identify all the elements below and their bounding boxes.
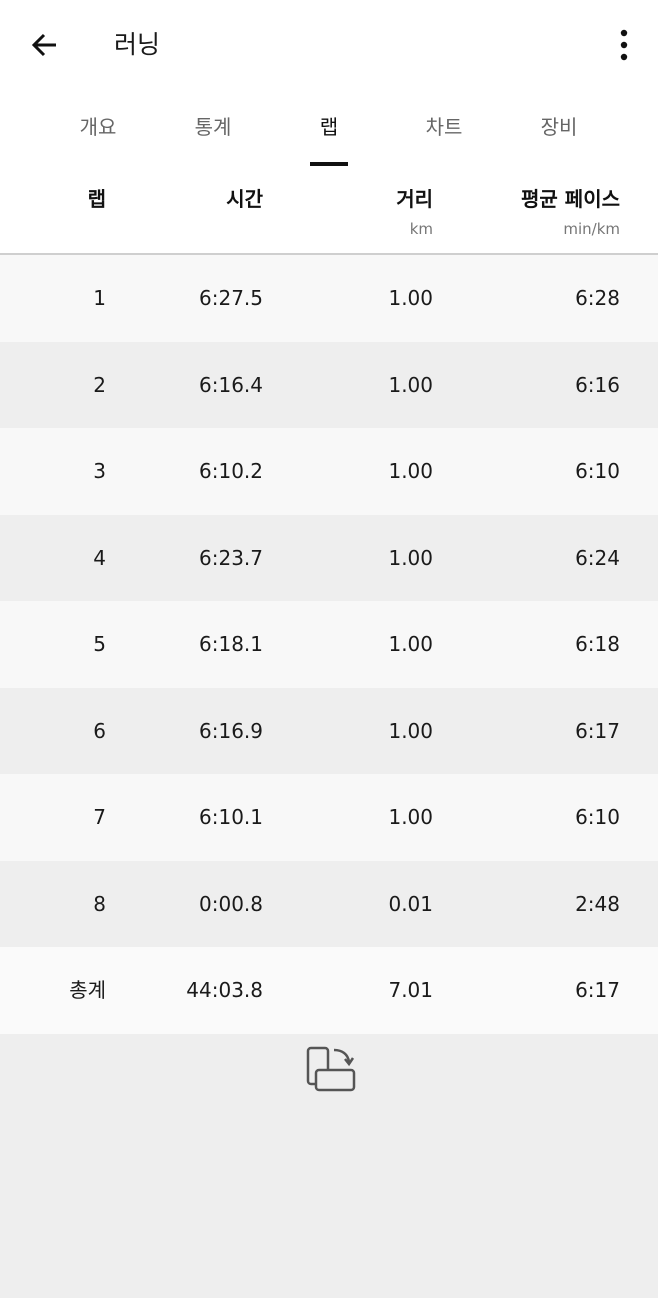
lap-time: 6:18.1 — [199, 632, 263, 656]
lap-time: 6:10.2 — [199, 459, 263, 483]
header-pace: 평균 페이스 min/km — [470, 184, 620, 240]
lap-distance: 1.00 — [388, 545, 433, 570]
lap-pace: 6:10 — [575, 805, 620, 829]
lap-number: 4 — [93, 545, 106, 570]
header-distance-unit: km — [409, 220, 433, 238]
app-bar: 러닝 — [0, 0, 658, 90]
lap-number: 1 — [93, 286, 106, 310]
laps-table-body: 1 6:27.5 1.00 6:28 2 6:16.4 1.00 6:16 3 … — [0, 255, 658, 1034]
lap-pace: 6:24 — [575, 545, 620, 570]
page-title: 러닝 — [114, 30, 161, 59]
rotate-screen-button[interactable] — [298, 1040, 362, 1100]
lap-pace: 6:16 — [575, 372, 620, 397]
laps-table-header: 랩 시간 거리 km 평균 페이스 min/km — [0, 170, 658, 255]
lap-pace: 6:10 — [575, 459, 620, 483]
table-row: 5 6:18.1 1.00 6:18 — [0, 601, 658, 688]
table-row: 3 6:10.2 1.00 6:10 — [0, 428, 658, 515]
lap-pace: 2:48 — [575, 891, 620, 916]
lap-number: 3 — [93, 459, 106, 483]
header-time-label: 시간 — [226, 187, 263, 211]
tab-gear[interactable]: 장비 — [509, 112, 609, 142]
lap-pace: 6:17 — [575, 718, 620, 743]
header-distance-label: 거리 — [396, 187, 433, 211]
lap-time: 6:16.9 — [199, 718, 263, 743]
lap-pace: 6:28 — [575, 286, 620, 310]
header-time: 시간 — [150, 184, 263, 214]
back-button[interactable] — [22, 22, 68, 68]
more-vertical-icon — [620, 29, 628, 61]
tab-bar: 개요 통계 랩 차트 장비 — [0, 90, 658, 170]
table-row: 2 6:16.4 1.00 6:16 — [0, 341, 658, 428]
table-row: 7 6:10.1 1.00 6:10 — [0, 774, 658, 861]
total-distance: 7.01 — [388, 978, 433, 1002]
lap-number: 5 — [93, 632, 106, 656]
lap-distance: 1.00 — [388, 372, 433, 397]
total-row: 총계 44:03.8 7.01 6:17 — [0, 947, 658, 1034]
lap-distance: 1.00 — [388, 632, 433, 656]
table-row: 6 6:16.9 1.00 6:17 — [0, 687, 658, 774]
more-options-button[interactable] — [606, 22, 642, 68]
lap-time: 6:27.5 — [199, 286, 263, 310]
active-tab-indicator — [310, 162, 348, 166]
header-lap-label: 랩 — [87, 187, 106, 211]
rotate-screen-icon — [306, 1046, 356, 1092]
header-distance: 거리 km — [330, 184, 433, 240]
lap-time: 0:00.8 — [199, 891, 263, 916]
total-pace: 6:17 — [575, 978, 620, 1002]
tab-stats[interactable]: 통계 — [163, 112, 263, 142]
lap-time: 6:16.4 — [199, 372, 263, 397]
lap-number: 7 — [93, 805, 106, 829]
tab-charts[interactable]: 차트 — [394, 112, 494, 142]
table-row: 4 6:23.7 1.00 6:24 — [0, 514, 658, 601]
lap-time: 6:23.7 — [199, 545, 263, 570]
lap-time: 6:10.1 — [199, 805, 263, 829]
table-row: 8 0:00.8 0.01 2:48 — [0, 860, 658, 947]
tab-overview[interactable]: 개요 — [48, 112, 148, 142]
tab-laps[interactable]: 랩 — [279, 112, 379, 142]
arrow-left-icon — [31, 33, 56, 57]
lap-distance: 1.00 — [388, 718, 433, 743]
table-row: 1 6:27.5 1.00 6:28 — [0, 255, 658, 342]
lap-number: 2 — [93, 372, 106, 397]
header-pace-label: 평균 페이스 — [521, 187, 620, 211]
total-time: 44:03.8 — [186, 978, 263, 1002]
lap-distance: 0.01 — [388, 891, 433, 916]
lap-distance: 1.00 — [388, 286, 433, 310]
lap-pace: 6:18 — [575, 632, 620, 656]
lap-distance: 1.00 — [388, 459, 433, 483]
lap-distance: 1.00 — [388, 805, 433, 829]
total-label: 총계 — [69, 978, 106, 1002]
header-lap: 랩 — [40, 184, 106, 214]
lap-number: 6 — [93, 718, 106, 743]
lap-number: 8 — [93, 891, 106, 916]
header-pace-unit: min/km — [563, 220, 620, 238]
